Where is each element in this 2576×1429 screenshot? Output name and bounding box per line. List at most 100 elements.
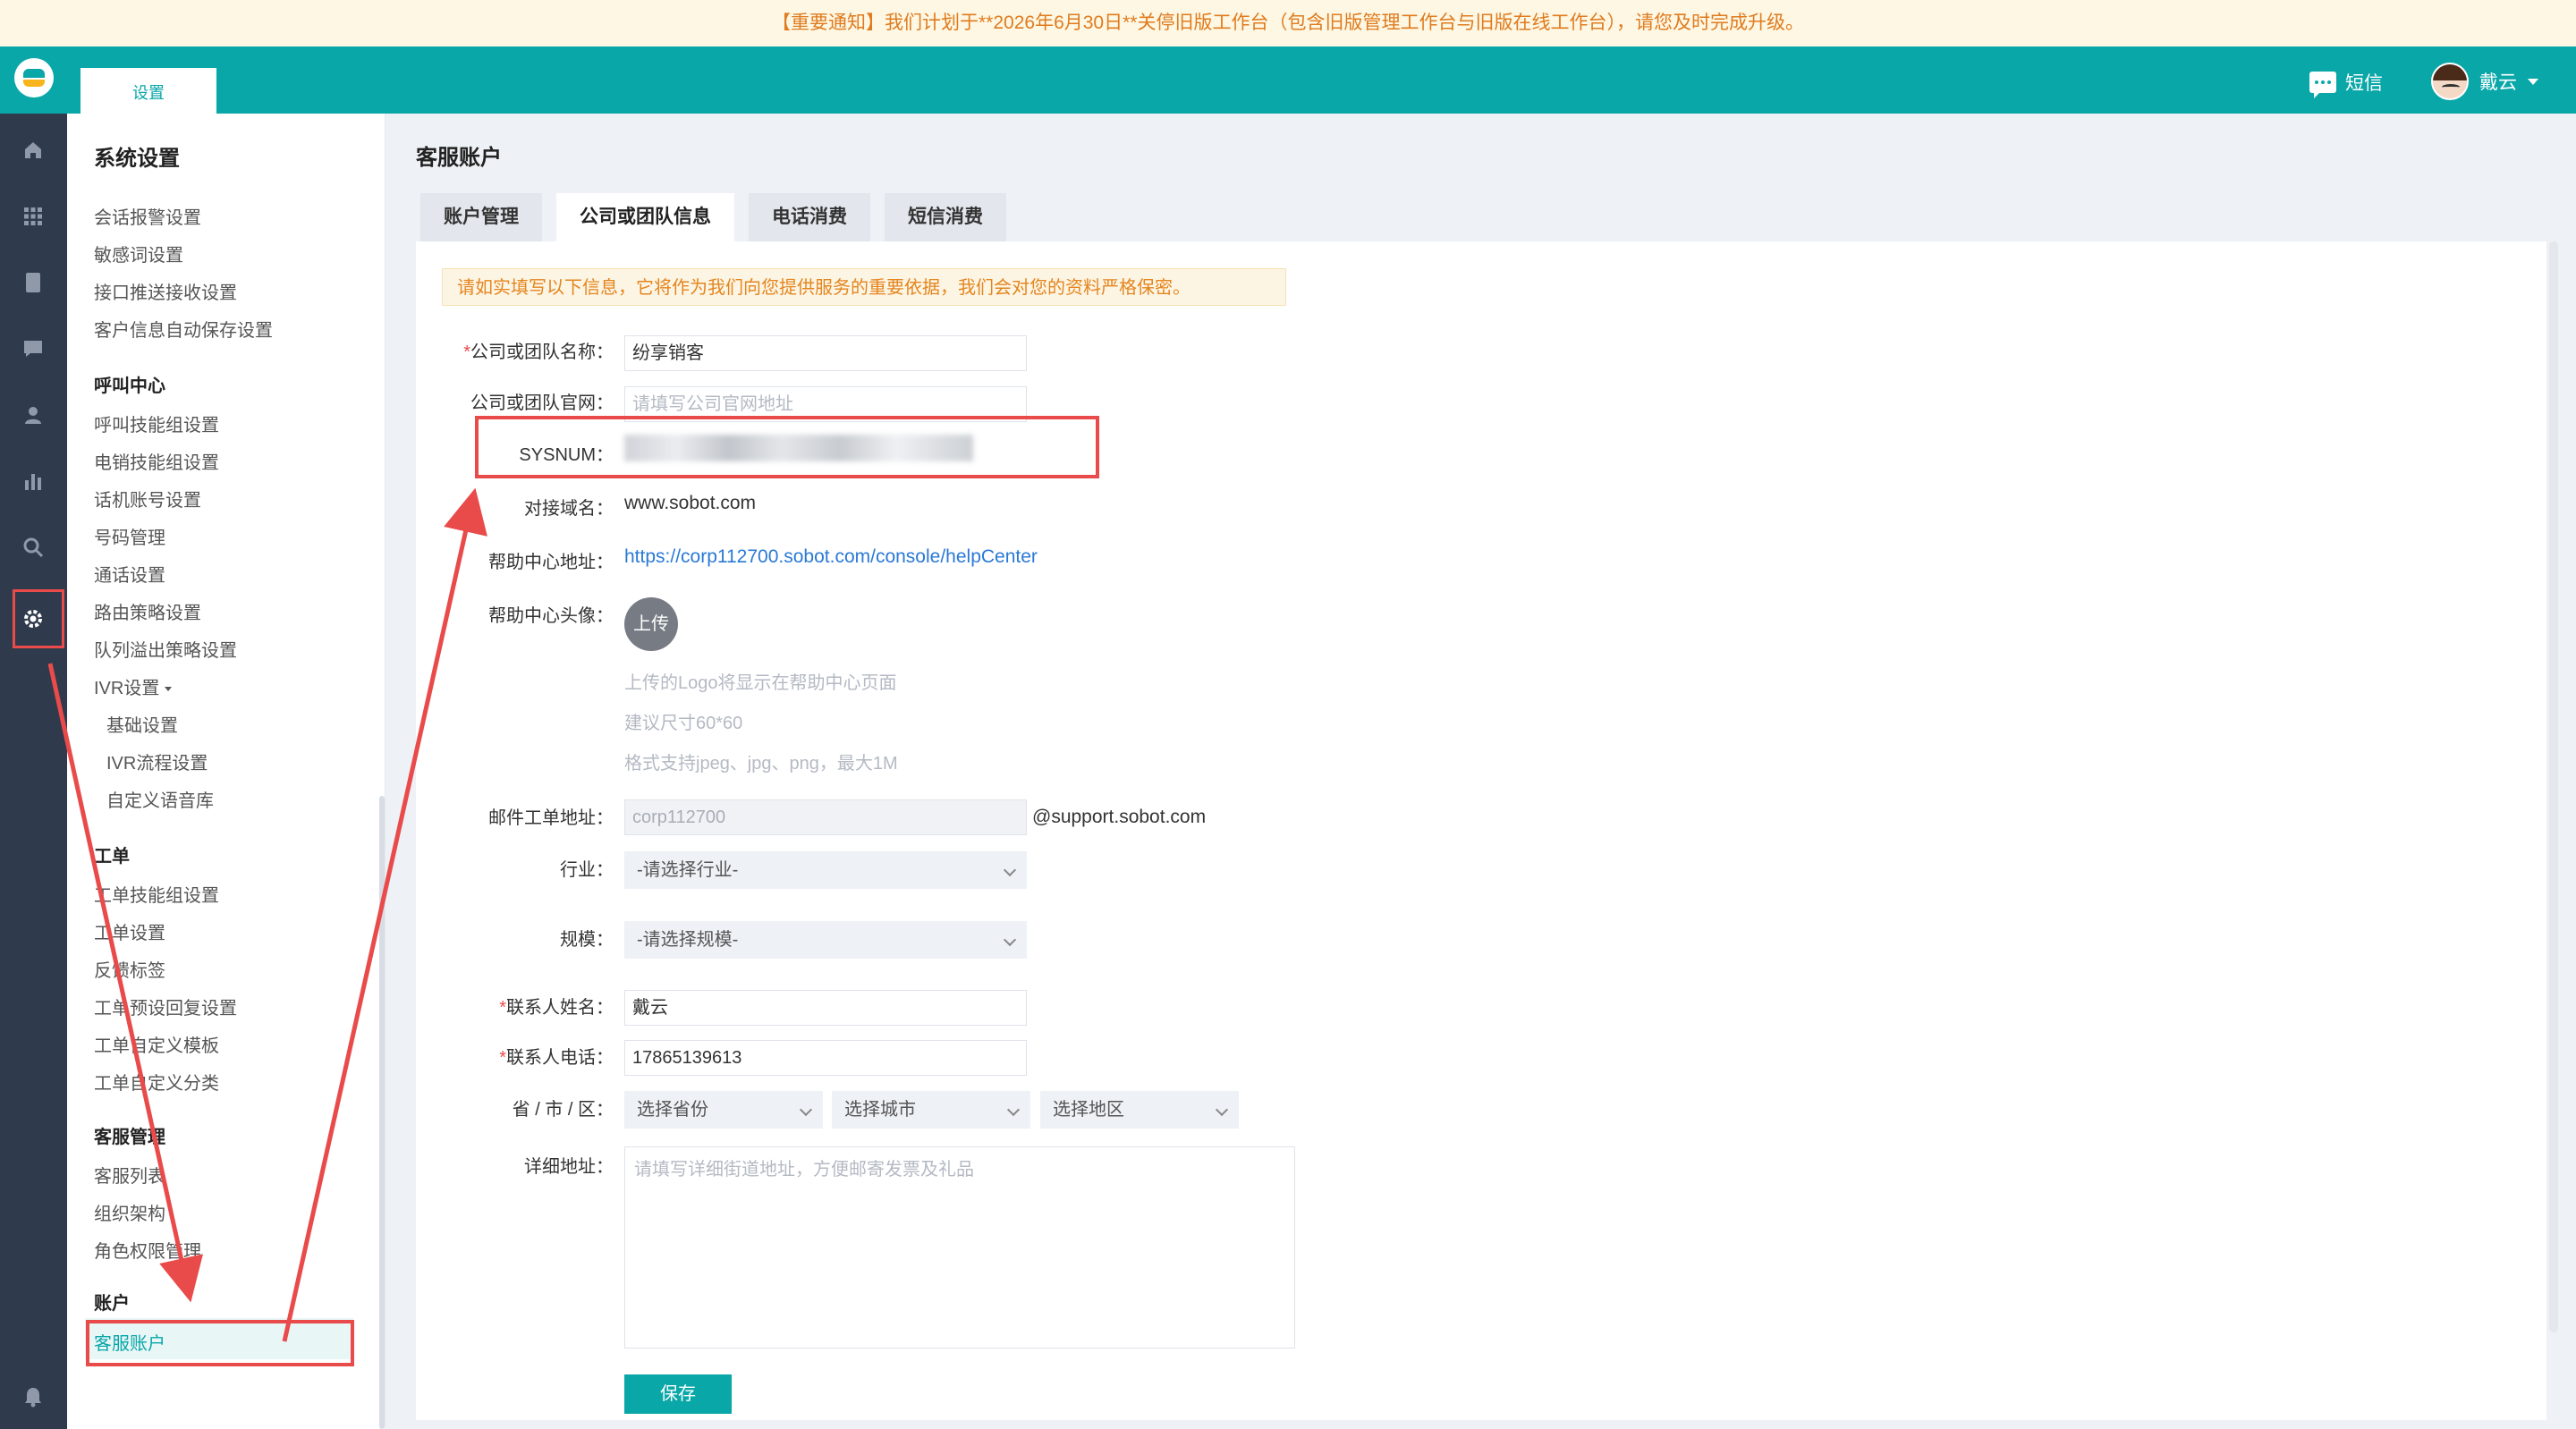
- contact-phone-label: *联系人电话：: [499, 1048, 614, 1068]
- page-title: 客服账户: [416, 146, 502, 170]
- home-icon[interactable]: [20, 137, 47, 164]
- menu-item[interactable]: 角色权限管理: [94, 1237, 201, 1263]
- customer-icon[interactable]: [20, 402, 47, 428]
- upload-tip: 上传的Logo将显示在帮助中心页面: [624, 673, 897, 693]
- menu-item[interactable]: 客服列表: [94, 1162, 165, 1188]
- avatar: [2431, 63, 2469, 100]
- chevron-down-icon: [799, 1103, 813, 1117]
- province-value: 选择省份: [637, 1100, 708, 1120]
- menu-item[interactable]: 通话设置: [94, 561, 165, 587]
- menu-item[interactable]: 队列溢出策略设置: [94, 636, 237, 662]
- website-label: 公司或团队官网：: [470, 393, 614, 413]
- search-icon[interactable]: [20, 534, 47, 561]
- menu-item[interactable]: 工单预设回复设置: [94, 994, 237, 1019]
- email-label: 邮件工单地址：: [488, 808, 614, 828]
- domain-value: www.sobot.com: [624, 493, 757, 513]
- province-select[interactable]: 选择省份: [624, 1091, 823, 1129]
- save-button[interactable]: 保存: [624, 1374, 732, 1414]
- help-url-label: 帮助中心地址：: [488, 553, 614, 572]
- menu-item[interactable]: 电销技能组设置: [94, 448, 219, 474]
- tab-account-management[interactable]: 账户管理: [420, 193, 542, 241]
- ivr-label: IVR设置: [94, 679, 160, 698]
- menu-subitem[interactable]: 基础设置: [106, 711, 178, 737]
- menu-heading-ticket: 工单: [94, 847, 130, 867]
- contact-name-input[interactable]: 戴云: [624, 990, 1027, 1026]
- scale-value: -请选择规模-: [637, 930, 739, 950]
- chat-icon[interactable]: [20, 335, 47, 362]
- user-name: 戴云: [2479, 72, 2517, 93]
- upload-tip: 建议尺寸60*60: [624, 714, 743, 733]
- contact-phone-input[interactable]: 17865139613: [624, 1040, 1027, 1076]
- menu-item[interactable]: 反馈标签: [94, 956, 165, 982]
- user-menu[interactable]: 戴云: [2431, 63, 2538, 100]
- industry-label: 行业：: [560, 860, 614, 880]
- chevron-down-icon: [1003, 933, 1017, 947]
- menu-scrollbar[interactable]: [379, 796, 385, 1429]
- district-select[interactable]: 选择地区: [1040, 1091, 1239, 1129]
- region-label: 省 / 市 / 区：: [512, 1100, 614, 1120]
- chevron-down-icon: [1215, 1103, 1229, 1117]
- menu-item[interactable]: 客户信息自动保存设置: [94, 316, 273, 342]
- address-textarea[interactable]: 请填写详细街道地址，方便邮寄发票及礼品: [624, 1146, 1295, 1349]
- chevron-down-icon: [1003, 863, 1017, 877]
- chevron-down-icon: [2528, 78, 2538, 85]
- document-icon[interactable]: [20, 269, 47, 296]
- upload-button[interactable]: 上传: [624, 597, 678, 651]
- settings-menu: 系统设置 会话报警设置 敏感词设置 接口推送接收设置 客户信息自动保存设置 呼叫…: [67, 114, 386, 1429]
- industry-value: -请选择行业-: [637, 860, 739, 880]
- info-hint: 请如实填写以下信息，它将作为我们向您提供服务的重要依据，我们会对您的资料严格保密…: [442, 268, 1286, 306]
- message-icon: [2309, 72, 2336, 98]
- address-label: 详细地址：: [524, 1157, 614, 1177]
- company-name-label: *公司或团队名称：: [463, 342, 614, 362]
- menu-item[interactable]: 工单技能组设置: [94, 881, 219, 907]
- tab-company-info[interactable]: 公司或团队信息: [556, 193, 734, 241]
- menu-item[interactable]: 敏感词设置: [94, 241, 183, 266]
- menu-item[interactable]: 路由策略设置: [94, 598, 201, 624]
- tab-settings[interactable]: 设置: [80, 68, 216, 114]
- upload-tip: 格式支持jpeg、jpg、png，最大1M: [624, 754, 898, 774]
- menu-subitem[interactable]: IVR流程设置: [106, 748, 208, 774]
- top-navbar: 设置 短信 戴云: [0, 47, 2576, 114]
- app-logo[interactable]: [14, 58, 54, 97]
- help-avatar-label: 帮助中心头像：: [488, 606, 614, 626]
- menu-item[interactable]: 呼叫技能组设置: [94, 410, 219, 436]
- tab-phone-consumption[interactable]: 电话消费: [749, 193, 870, 241]
- district-value: 选择地区: [1053, 1100, 1124, 1120]
- scale-label: 规模：: [560, 930, 614, 950]
- menu-item[interactable]: 会话报警设置: [94, 203, 201, 229]
- menu-item[interactable]: 接口推送接收设置: [94, 278, 237, 304]
- menu-heading-account: 账户: [94, 1294, 130, 1314]
- content-scrollbar[interactable]: [2549, 241, 2558, 1332]
- menu-heading-agent: 客服管理: [94, 1128, 165, 1147]
- menu-item[interactable]: 工单设置: [94, 918, 165, 944]
- caret-down-icon: [165, 687, 173, 692]
- company-name-input[interactable]: 纷享销客: [624, 335, 1027, 371]
- city-value: 选择城市: [844, 1100, 916, 1120]
- apps-icon[interactable]: [20, 203, 47, 230]
- sms-label: 短信: [2345, 73, 2383, 94]
- menu-item[interactable]: 工单自定义分类: [94, 1069, 219, 1095]
- menu-item[interactable]: 话机账号设置: [94, 486, 201, 512]
- scale-select[interactable]: -请选择规模-: [624, 921, 1027, 959]
- menu-heading-call-center: 呼叫中心: [94, 376, 165, 396]
- domain-label: 对接域名：: [524, 499, 614, 519]
- help-center-link[interactable]: https://corp112700.sobot.com/console/hel…: [624, 546, 1038, 568]
- chevron-down-icon: [1006, 1103, 1021, 1117]
- city-select[interactable]: 选择城市: [832, 1091, 1030, 1129]
- agent-account-highlight-box: [86, 1320, 354, 1366]
- upgrade-notice: 【重要通知】我们计划于**2026年6月30日**关停旧版工作台（包含旧版管理工…: [0, 0, 2576, 47]
- chart-icon[interactable]: [20, 468, 47, 495]
- icon-sidebar: [0, 114, 67, 1429]
- tab-bar: 账户管理 公司或团队信息 电话消费 短信消费: [420, 193, 1021, 241]
- menu-item[interactable]: 工单自定义模板: [94, 1031, 219, 1057]
- email-suffix: @support.sobot.com: [1032, 807, 1207, 827]
- menu-item[interactable]: 号码管理: [94, 523, 165, 549]
- sms-button[interactable]: 短信: [2309, 66, 2383, 98]
- menu-item-ivr[interactable]: IVR设置: [94, 673, 173, 699]
- industry-select[interactable]: -请选择行业-: [624, 851, 1027, 889]
- menu-subitem[interactable]: 自定义语音库: [106, 786, 214, 812]
- tab-sms-consumption[interactable]: 短信消费: [885, 193, 1006, 241]
- menu-item[interactable]: 组织架构: [94, 1199, 165, 1225]
- contact-name-label: *联系人姓名：: [499, 998, 614, 1018]
- bell-icon[interactable]: [20, 1383, 47, 1410]
